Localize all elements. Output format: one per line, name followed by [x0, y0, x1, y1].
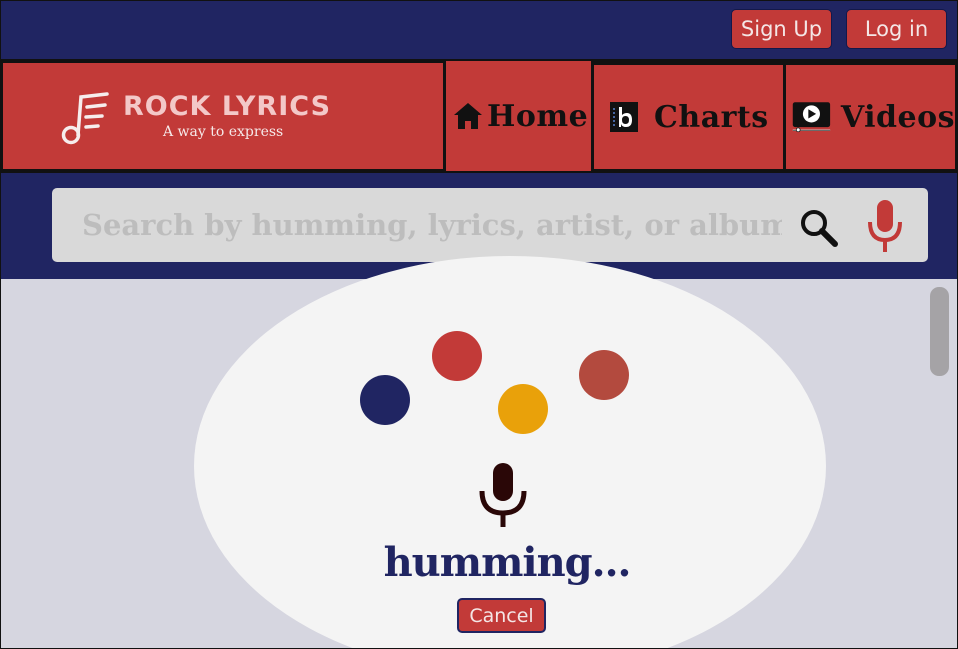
search-input[interactable]	[82, 188, 782, 262]
animation-dot	[498, 384, 548, 434]
listening-panel	[194, 256, 826, 648]
brand-title: ROCK LYRICS	[123, 91, 332, 122]
brand-tagline: A way to express	[163, 124, 284, 140]
brand-logo[interactable]: ROCK LYRICS A way to express	[3, 63, 443, 169]
animation-dot	[432, 331, 482, 381]
nav-charts-label: Charts	[654, 99, 769, 135]
nav-charts[interactable]: Charts	[594, 65, 783, 169]
nav-videos[interactable]: Videos	[786, 65, 955, 169]
music-note-lines-icon	[61, 92, 109, 145]
search-box	[52, 188, 928, 262]
listening-status: humming...	[383, 539, 632, 586]
billboard-icon	[610, 102, 638, 132]
home-icon	[454, 103, 482, 129]
sign-up-button[interactable]: Sign Up	[731, 9, 832, 49]
microphone-icon	[479, 463, 527, 527]
nav-home[interactable]: Home	[446, 61, 591, 171]
scrollbar-thumb[interactable]	[930, 287, 949, 376]
app-frame: Sign Up Log in ROCK LYRICS A way to expr…	[0, 0, 958, 649]
top-bar: Sign Up Log in	[1, 1, 957, 59]
nav-videos-label: Videos	[840, 99, 955, 135]
animation-dot	[360, 375, 410, 425]
microphone-icon[interactable]	[862, 198, 908, 254]
cancel-button[interactable]: Cancel	[457, 598, 546, 633]
video-play-icon	[792, 102, 831, 133]
search-icon[interactable]	[797, 206, 841, 250]
main-nav: ROCK LYRICS A way to express Home Charts	[1, 59, 957, 173]
animation-dot	[579, 350, 629, 400]
log-in-button[interactable]: Log in	[846, 9, 947, 49]
nav-home-label: Home	[487, 98, 589, 134]
